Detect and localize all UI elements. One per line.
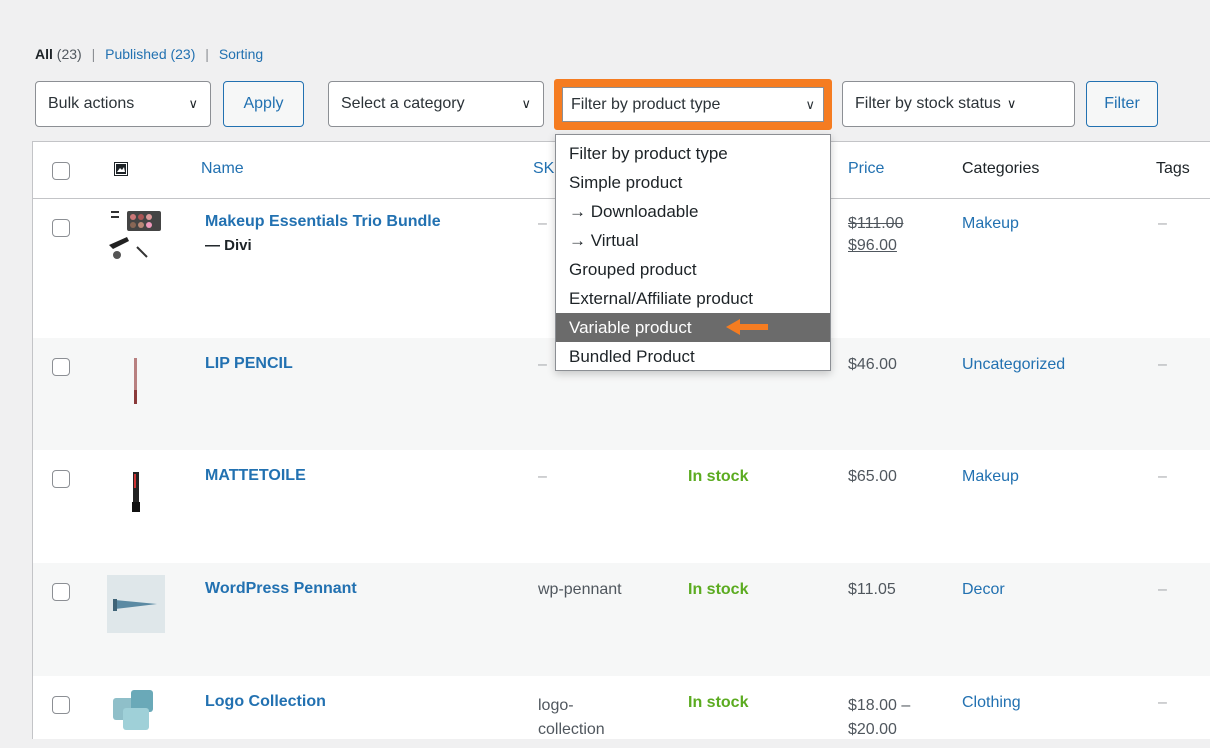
product-name-link[interactable]: MATTETOILE bbox=[205, 467, 306, 485]
bulk-actions-select[interactable]: Bulk actions ∨ bbox=[35, 81, 211, 127]
sku-cell: logo- collection bbox=[538, 694, 605, 742]
product-name-link[interactable]: LIP PENCIL bbox=[205, 355, 293, 373]
option-filter-by-product-type[interactable]: Filter by product type bbox=[556, 139, 830, 168]
chevron-down-icon: ∨ bbox=[1006, 96, 1017, 111]
category-select[interactable]: Select a category ∨ bbox=[328, 81, 544, 127]
sku-cell: – bbox=[538, 468, 547, 485]
column-tags: Tags bbox=[1156, 160, 1190, 177]
option-external-affiliate-product[interactable]: External/Affiliate product bbox=[556, 284, 830, 313]
view-sorting[interactable]: Sorting bbox=[219, 46, 263, 62]
category-link[interactable]: Makeup bbox=[962, 215, 1019, 233]
view-published[interactable]: Published (23) bbox=[105, 46, 195, 62]
price-cell: $65.00 bbox=[848, 468, 897, 485]
filter-button[interactable]: Filter bbox=[1086, 81, 1158, 127]
row-checkbox[interactable] bbox=[52, 583, 70, 601]
table-row: MATTETOILE – In stock $65.00 Makeup – bbox=[33, 450, 1210, 563]
tags-cell: – bbox=[1158, 356, 1167, 373]
stock-status-label: Filter by stock status bbox=[855, 95, 1001, 112]
product-thumbnail[interactable] bbox=[107, 575, 165, 633]
stock-status: In stock bbox=[688, 694, 749, 711]
category-link[interactable]: Uncategorized bbox=[962, 356, 1065, 374]
row-checkbox[interactable] bbox=[52, 358, 70, 376]
stock-status: In stock bbox=[688, 468, 749, 485]
row-checkbox[interactable] bbox=[52, 696, 70, 714]
option-grouped-product[interactable]: Grouped product bbox=[556, 255, 830, 284]
column-categories: Categories bbox=[962, 160, 1040, 177]
stock-status-select[interactable]: Filter by stock status ∨ bbox=[842, 81, 1075, 127]
product-subtitle: — Divi bbox=[205, 237, 252, 254]
product-name-link[interactable]: Logo Collection bbox=[205, 693, 326, 711]
sku-cell: – bbox=[538, 356, 547, 373]
price-cell: $11.05 bbox=[848, 581, 896, 598]
price-cell: $18.00 – $20.00 bbox=[848, 694, 910, 742]
separator: | bbox=[205, 46, 209, 62]
price-max: $20.00 bbox=[848, 721, 897, 738]
sku-cell: – bbox=[538, 215, 547, 232]
option-virtual[interactable]: → Virtual bbox=[556, 226, 830, 255]
pointer-arrow-icon bbox=[726, 319, 768, 335]
option-bundled-product[interactable]: Bundled Product bbox=[556, 342, 830, 371]
tags-cell: – bbox=[1158, 581, 1167, 598]
price-min: $18.00 – bbox=[848, 697, 911, 714]
product-thumbnail[interactable] bbox=[107, 462, 165, 520]
bulk-actions-label: Bulk actions bbox=[48, 95, 135, 112]
price-cell: $46.00 bbox=[848, 356, 897, 373]
sku-cell: wp-pennant bbox=[538, 581, 622, 598]
chevron-down-icon: ∨ bbox=[521, 96, 531, 111]
product-thumbnail[interactable] bbox=[107, 207, 165, 265]
separator: | bbox=[91, 46, 96, 62]
sku-line: logo- bbox=[538, 697, 574, 714]
table-row: WordPress Pennant wp-pennant In stock $1… bbox=[33, 563, 1210, 676]
column-name[interactable]: Name bbox=[201, 160, 244, 178]
option-downloadable[interactable]: → Downloadable bbox=[556, 197, 830, 226]
row-checkbox[interactable] bbox=[52, 219, 70, 237]
option-simple-product[interactable]: Simple product bbox=[556, 168, 830, 197]
view-all-count: (23) bbox=[56, 46, 82, 62]
chevron-down-icon: ∨ bbox=[188, 96, 198, 111]
stock-status: In stock bbox=[688, 581, 749, 598]
category-link[interactable]: Makeup bbox=[962, 468, 1019, 486]
table-row: Logo Collection logo- collection In stoc… bbox=[33, 676, 1210, 739]
price-cell: $111.00 $96.00 bbox=[848, 215, 903, 255]
sale-price: $96.00 bbox=[848, 237, 897, 254]
option-variable-product[interactable]: Variable product bbox=[556, 313, 830, 342]
regular-price: $111.00 bbox=[848, 215, 904, 232]
product-name-link[interactable]: WordPress Pennant bbox=[205, 580, 357, 598]
apply-button[interactable]: Apply bbox=[223, 81, 304, 127]
sku-line: collection bbox=[538, 721, 605, 738]
product-type-highlight: Filter by product type ∨ bbox=[554, 79, 832, 130]
product-type-select[interactable]: Filter by product type ∨ bbox=[562, 87, 824, 122]
category-link[interactable]: Clothing bbox=[962, 694, 1021, 712]
product-name-link[interactable]: Makeup Essentials Trio Bundle — Divi bbox=[205, 213, 441, 254]
select-all-checkbox[interactable] bbox=[52, 162, 70, 180]
row-checkbox[interactable] bbox=[52, 470, 70, 488]
product-name: Makeup Essentials Trio Bundle bbox=[205, 213, 441, 230]
tags-cell: – bbox=[1158, 468, 1167, 485]
product-thumbnail[interactable] bbox=[107, 350, 165, 408]
product-thumbnail[interactable] bbox=[107, 686, 165, 744]
view-all[interactable]: All bbox=[35, 46, 53, 62]
category-label: Select a category bbox=[341, 95, 465, 112]
tags-cell: – bbox=[1158, 215, 1167, 232]
product-type-dropdown: Filter by product type Simple product → … bbox=[555, 134, 831, 371]
column-price[interactable]: Price bbox=[848, 160, 884, 178]
view-links: All (23) | Published (23) | Sorting bbox=[35, 46, 263, 62]
product-type-label: Filter by product type bbox=[571, 95, 721, 113]
option-label: Variable product bbox=[569, 318, 692, 337]
tags-cell: – bbox=[1158, 694, 1167, 711]
category-link[interactable]: Decor bbox=[962, 581, 1005, 599]
chevron-down-icon: ∨ bbox=[805, 96, 815, 112]
image-icon bbox=[114, 162, 128, 176]
